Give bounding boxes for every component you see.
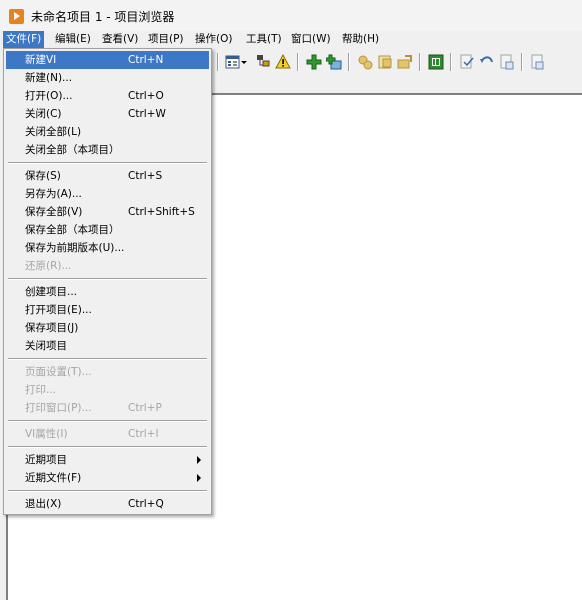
menu-item-exit[interactable]: 退出(X) Ctrl+Q [6,495,209,513]
hierarchy-icon[interactable] [255,54,271,70]
menu-item-save[interactable]: 保存(S) Ctrl+S [6,167,209,185]
menu-item-label: 退出(X) [25,498,62,510]
menu-item-label: 近期项目 [25,454,67,466]
menu-item-label: 关闭(C) [25,108,62,120]
menu-item-label: 还原(R)... [25,260,72,272]
title-bar: 未命名项目 1 - 项目浏览器 [0,0,582,31]
submenu-arrow-icon [197,474,201,482]
menu-item-revert: 还原(R)... [6,257,209,275]
deploy-icon[interactable] [397,54,413,70]
menu-item-page-setup: 页面设置(T)... [6,363,209,381]
menu-edit[interactable]: 编辑(E) [55,31,91,48]
undo-icon[interactable] [479,54,495,70]
menu-item-save-project[interactable]: 保存项目(J) [6,319,209,337]
menu-operate[interactable]: 操作(O) [195,31,232,48]
vi-check-icon[interactable] [459,54,475,70]
warning-icon[interactable] [275,54,291,70]
menu-item-close-all[interactable]: 关闭全部(L) [6,123,209,141]
toolbar-separator [297,53,299,71]
toolbar-separator [450,53,452,71]
vi-doc-icon[interactable] [499,54,515,70]
menu-item-shortcut: Ctrl+W [128,108,166,120]
labview-pane-icon[interactable] [428,54,444,70]
toolbar-separator [217,53,219,71]
build-spec-icon[interactable] [377,54,393,70]
labview-app-icon [9,9,24,24]
menu-separator [8,358,207,360]
menu-item-create-project[interactable]: 创建项目... [6,283,209,301]
menu-item-shortcut: Ctrl+Q [128,498,164,510]
menu-item-print-window: 打印窗口(P)... Ctrl+P [6,399,209,417]
menu-item-shortcut: Ctrl+N [128,54,164,66]
toolbar-separator [419,53,421,71]
menu-item-label: 关闭全部(L) [25,126,82,138]
menu-view[interactable]: 查看(V) [102,31,138,48]
menu-separator [8,446,207,448]
menu-item-label: 另存为(A)... [25,188,82,200]
submenu-arrow-icon [197,456,201,464]
menu-item-save-all-project[interactable]: 保存全部（本项目） [6,221,209,239]
menu-item-label: VI属性(I) [25,428,68,440]
menu-item-label: 保存全部(V) [25,206,83,218]
menu-item-label: 关闭全部（本项目） [25,144,120,156]
menu-separator [8,278,207,280]
menu-file[interactable]: 文件(F) [3,31,45,48]
menu-separator [8,420,207,422]
menu-item-open-project[interactable]: 打开项目(E)... [6,301,209,319]
menu-help[interactable]: 帮助(H) [342,31,379,48]
menu-item-close-project[interactable]: 关闭项目 [6,337,209,355]
menu-item-shortcut: Ctrl+Shift+S [128,206,195,218]
menu-item-recent-files[interactable]: 近期文件(F) [6,469,209,487]
menu-item-label: 打开项目(E)... [25,304,92,316]
menu-window[interactable]: 窗口(W) [291,31,331,48]
menu-item-label: 打印窗口(P)... [25,402,92,414]
menu-item-label: 近期文件(F) [25,472,82,484]
menu-item-label: 保存为前期版本(U)... [25,242,125,254]
menu-item-vi-properties: VI属性(I) Ctrl+I [6,425,209,443]
menu-bar: 文件(F) 编辑(E) 查看(V) 项目(P) 操作(O) 工具(T) 窗口(W… [0,31,582,48]
file-dropdown-menu: 新建VI Ctrl+N 新建(N)... 打开(O)... Ctrl+O 关闭(… [3,48,212,515]
menu-item-label: 页面设置(T)... [25,366,92,378]
menu-item-save-as[interactable]: 另存为(A)... [6,185,209,203]
menu-item-recent-projects[interactable]: 近期项目 [6,451,209,469]
menu-item-label: 关闭项目 [25,340,67,352]
menu-item-close-all-project[interactable]: 关闭全部（本项目） [6,141,209,159]
add-folder-icon[interactable] [326,54,342,70]
toolbar-separator [521,53,523,71]
menu-item-label: 保存(S) [25,170,61,182]
menu-item-label: 创建项目... [25,286,78,298]
menu-item-label: 新建VI [25,54,57,66]
menu-item-label: 保存全部（本项目） [25,224,120,236]
menu-project[interactable]: 项目(P) [148,31,184,48]
menu-item-print: 打印... [6,381,209,399]
toolbar-separator [348,53,350,71]
menu-item-label: 打开(O)... [25,90,73,102]
menu-item-label: 新建(N)... [25,72,73,84]
menu-item-shortcut: Ctrl+S [128,170,163,182]
menu-item-label: 保存项目(J) [25,322,79,334]
menu-item-shortcut: Ctrl+O [128,90,164,102]
menu-item-new-vi[interactable]: 新建VI Ctrl+N [6,51,209,69]
menu-separator [8,490,207,492]
new-doc-icon[interactable] [530,54,546,70]
menu-item-save-all[interactable]: 保存全部(V) Ctrl+Shift+S [6,203,209,221]
build-icon[interactable] [357,54,373,70]
menu-item-open[interactable]: 打开(O)... Ctrl+O [6,87,209,105]
view-options-icon[interactable] [225,54,241,70]
menu-item-new[interactable]: 新建(N)... [6,69,209,87]
dropdown-arrow-icon[interactable] [240,54,248,70]
menu-item-shortcut: Ctrl+P [128,402,162,414]
menu-tools[interactable]: 工具(T) [246,31,282,48]
menu-item-save-previous-version[interactable]: 保存为前期版本(U)... [6,239,209,257]
menu-item-shortcut: Ctrl+I [128,428,159,440]
window-title: 未命名项目 1 - 项目浏览器 [31,10,175,24]
menu-separator [8,162,207,164]
menu-item-label: 打印... [25,384,57,396]
add-green-icon[interactable] [306,54,322,70]
menu-item-close[interactable]: 关闭(C) Ctrl+W [6,105,209,123]
